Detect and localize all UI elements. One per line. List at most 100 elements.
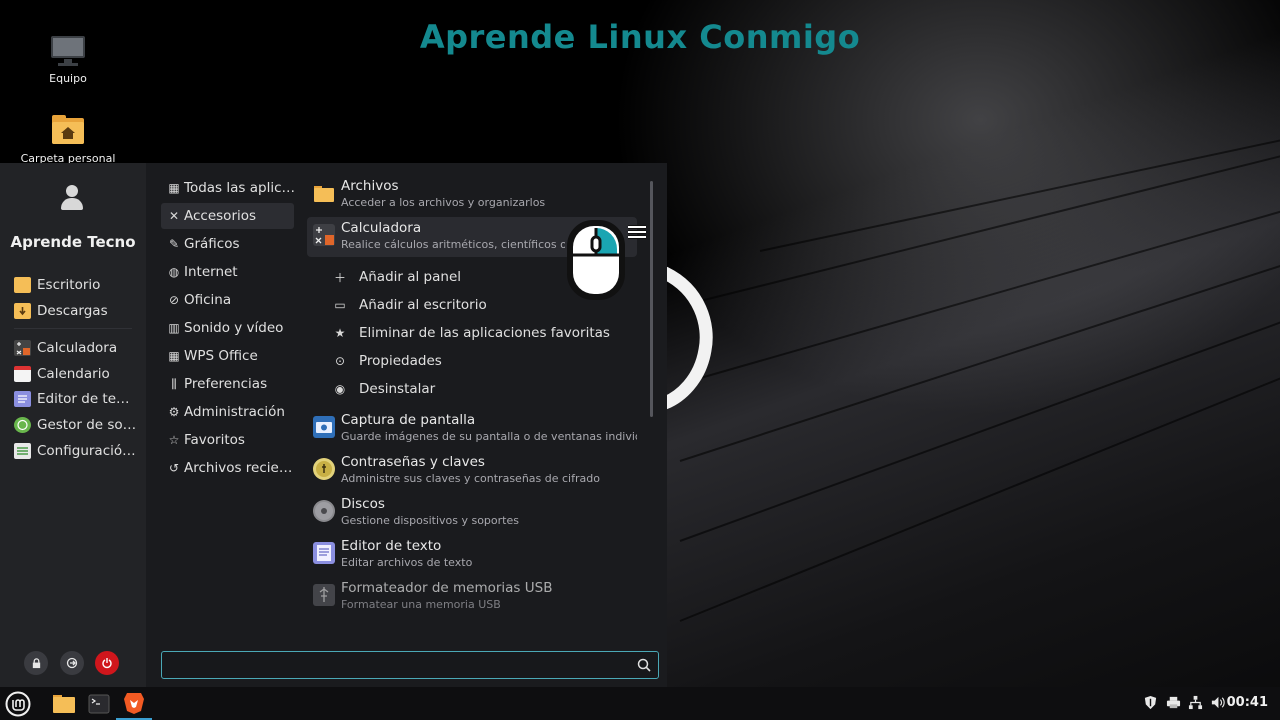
app-text-editor[interactable]: Editor de texto Editar archivos de texto (307, 535, 637, 575)
wallpaper-line (679, 300, 1280, 542)
favorite-label: Gestor de so… (37, 417, 137, 433)
app-name: Contraseñas y claves (341, 454, 485, 470)
folder-icon (53, 694, 75, 713)
context-add-to-panel[interactable]: ＋ Añadir al panel (332, 266, 461, 288)
linux-mint-logo-icon (5, 691, 31, 716)
app-screenshot[interactable]: Captura de pantalla Guarde imágenes de s… (307, 409, 637, 449)
app-name: Captura de pantalla (341, 412, 476, 428)
uninstall-icon: ◉ (334, 382, 346, 396)
text-editor-icon (313, 542, 335, 564)
place-desktop[interactable]: Escritorio (14, 274, 142, 296)
grid-icon: ▦ (168, 349, 180, 363)
user-avatar-icon[interactable] (60, 185, 84, 213)
star-icon: ☆ (168, 433, 180, 447)
app-description: Realice cálculos aritméticos, científico… (341, 238, 565, 251)
desktop-icon: ▭ (334, 298, 346, 312)
app-list-scrollbar[interactable] (650, 181, 653, 417)
divider (14, 328, 132, 329)
search-input[interactable] (168, 656, 628, 676)
shield-icon[interactable] (1142, 695, 1158, 711)
app-files[interactable]: Archivos Acceder a los archivos y organi… (307, 175, 637, 215)
category-label: Sonido y vídeo (184, 320, 284, 336)
app-disks[interactable]: Discos Gestione dispositivos y soportes (307, 493, 637, 533)
tools-icon: ✕ (168, 209, 180, 223)
history-icon: ↺ (168, 461, 180, 475)
terminal-icon (88, 694, 110, 713)
network-icon[interactable] (1187, 695, 1203, 711)
category-label: Favoritos (184, 432, 245, 448)
taskbar-files-button[interactable] (46, 687, 82, 720)
software-manager-icon (14, 417, 31, 433)
brave-lion-icon (124, 692, 144, 714)
place-downloads[interactable]: Descargas (14, 300, 142, 322)
gear-icon: ⚙ (168, 405, 180, 419)
lock-screen-button[interactable] (24, 651, 48, 675)
favorite-label: Calendario (37, 366, 110, 382)
volume-icon[interactable] (1209, 695, 1225, 711)
start-menu-button[interactable] (0, 687, 36, 720)
category-all-apps[interactable]: ▦ Todas las aplic… (161, 175, 294, 201)
favorite-software-manager[interactable]: Gestor de so… (14, 414, 142, 436)
category-preferences[interactable]: ⫼ Preferencias (161, 371, 294, 397)
favorite-text-editor[interactable]: Editor de te… (14, 388, 142, 410)
calendar-icon (14, 366, 31, 382)
globe-icon: ◍ (168, 265, 180, 279)
category-graphics[interactable]: ✎ Gráficos (161, 231, 294, 257)
category-sound-video[interactable]: ▥ Sonido y vídeo (161, 315, 294, 341)
wallpaper-line (699, 130, 1280, 302)
app-description: Formatear una memoria USB (341, 598, 501, 611)
app-usb-formatter[interactable]: Formateador de memorias USB Formatear un… (307, 577, 637, 617)
category-administration[interactable]: ⚙ Administración (161, 399, 294, 425)
category-office[interactable]: ⊘ Oficina (161, 287, 294, 313)
properties-icon: ⊙ (334, 354, 346, 368)
app-description: Gestione dispositivos y soportes (341, 514, 519, 527)
monitor-icon (48, 32, 88, 68)
context-label: Eliminar de las aplicaciones favoritas (359, 325, 610, 341)
taskbar-brave-browser-button[interactable] (116, 687, 152, 720)
plus-icon: ＋ (333, 270, 346, 285)
app-description: Editar archivos de texto (341, 556, 473, 569)
category-internet[interactable]: ◍ Internet (161, 259, 294, 285)
favorite-label: Calculadora (37, 340, 118, 356)
context-uninstall[interactable]: ◉ Desinstalar (332, 378, 435, 400)
category-label: Administración (184, 404, 285, 420)
favorite-settings[interactable]: Configuració… (14, 440, 142, 462)
favorite-calculator[interactable]: Calculadora (14, 337, 142, 359)
desktop-icon-home-folder[interactable]: Carpeta personal (13, 112, 123, 165)
disk-icon (313, 500, 335, 522)
context-label: Propiedades (359, 353, 442, 369)
place-label: Escritorio (37, 277, 101, 293)
star-icon: ★ (334, 326, 346, 340)
clock[interactable]: 00:41 (1227, 695, 1268, 710)
category-recent-files[interactable]: ↺ Archivos recie… (161, 455, 294, 481)
category-favorites[interactable]: ☆ Favoritos (161, 427, 294, 453)
printer-icon[interactable] (1165, 695, 1181, 711)
logout-button[interactable] (60, 651, 84, 675)
shutdown-button[interactable] (95, 651, 119, 675)
favorite-calendar[interactable]: Calendario (14, 363, 142, 385)
sliders-icon: ⫼ (171, 376, 177, 391)
app-name: Editor de texto (341, 538, 442, 554)
context-properties[interactable]: ⊙ Propiedades (332, 350, 442, 372)
desktop-icon-computer[interactable]: Equipo (13, 32, 123, 85)
folder-icon (313, 182, 335, 204)
context-add-to-desktop[interactable]: ▭ Añadir al escritorio (332, 294, 486, 316)
home-folder-icon (48, 112, 88, 148)
search-box[interactable] (161, 651, 659, 679)
taskbar-terminal-button[interactable] (81, 687, 117, 720)
calculator-icon (313, 224, 335, 246)
favorite-label: Editor de te… (37, 391, 130, 407)
folder-icon (14, 277, 31, 293)
paint-icon: ✎ (168, 237, 180, 251)
search-icon[interactable] (637, 658, 651, 672)
context-remove-favorite[interactable]: ★ Eliminar de las aplicaciones favoritas (332, 322, 610, 344)
category-wps-office[interactable]: ▦ WPS Office (161, 343, 294, 369)
category-accessories[interactable]: ✕ Accesorios (161, 203, 294, 229)
grid-icon: ▦ (168, 181, 180, 195)
app-passwords-keys[interactable]: Contraseñas y claves Administre sus clav… (307, 451, 637, 491)
category-label: Oficina (184, 292, 232, 308)
category-label: Preferencias (184, 376, 268, 392)
app-name: Calculadora (341, 220, 422, 236)
favorite-label: Configuració… (37, 443, 136, 459)
context-label: Desinstalar (359, 381, 436, 397)
